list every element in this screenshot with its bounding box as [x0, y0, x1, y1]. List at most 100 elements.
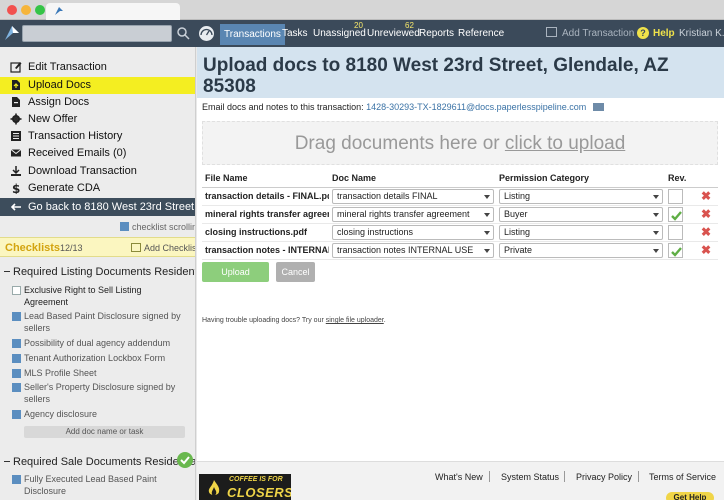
review-checkbox[interactable] [668, 242, 683, 258]
help-button[interactable]: ? Help [637, 20, 675, 47]
nav-reference[interactable]: Reference [455, 20, 507, 47]
delete-button[interactable]: ✖ [693, 205, 718, 224]
doc-name-select[interactable]: transaction notes INTERNAL USE [332, 242, 494, 258]
sidebar-item-download-transaction[interactable]: Download Transaction [0, 163, 195, 180]
footer-separator [564, 471, 565, 482]
permission-value: Listing [504, 226, 531, 237]
review-checkbox[interactable] [668, 224, 683, 240]
review-checkbox[interactable] [668, 206, 683, 222]
checklists-title: Checklists [5, 242, 61, 254]
contact-card-icon[interactable] [592, 103, 604, 111]
permission-select[interactable]: Listing [499, 224, 663, 240]
footer-link-system-status[interactable]: System Status [501, 472, 559, 482]
list-item[interactable]: Exclusive Right to Sell Listing Agreemen… [12, 284, 184, 308]
list-item-label: Exclusive Right to Sell Listing Agreemen… [24, 285, 142, 307]
list-item[interactable]: Tenant Authorization Lockbox Form [12, 352, 184, 364]
history-icon [11, 131, 21, 141]
dashboard-icon[interactable] [198, 25, 215, 42]
app-logo-icon[interactable] [3, 24, 21, 42]
user-menu[interactable]: Kristian K. [679, 20, 724, 47]
add-checklist-button[interactable]: Add Checklist [131, 243, 195, 253]
click-to-upload-link[interactable]: click to upload [505, 133, 625, 154]
nav-transactions[interactable]: Transactions [220, 24, 285, 45]
sidebar-item-edit-transaction[interactable]: Edit Transaction [0, 59, 195, 76]
footer-link-whats-new[interactable]: What's New [435, 472, 483, 482]
checkbox[interactable] [12, 475, 21, 484]
checkbox[interactable] [12, 410, 21, 419]
sidebar-item-assign-docs[interactable]: Assign Docs [0, 94, 195, 111]
checklist-section-sale[interactable]: Required Sale Documents Residential [4, 456, 196, 468]
list-item[interactable]: Fully Executed Lead Based Paint Disclosu… [12, 473, 184, 497]
permission-select[interactable]: Buyer [499, 206, 663, 222]
sidebar-item-upload-docs[interactable]: Upload Docs [0, 77, 195, 94]
sidebar-item-generate-cda[interactable]: $ Generate CDA [0, 180, 195, 197]
arrow-left-icon [10, 203, 21, 211]
checkbox[interactable] [12, 354, 21, 363]
sidebar-item-received-emails[interactable]: Received Emails (0) [0, 145, 195, 162]
single-file-uploader-link[interactable]: single file uploader [326, 317, 384, 324]
delete-button[interactable]: ✖ [693, 223, 718, 242]
checkbox[interactable] [12, 369, 21, 378]
nav-reports[interactable]: Reports [416, 20, 457, 47]
doc-name-select[interactable]: transaction details FINAL [332, 188, 494, 204]
search-icon[interactable] [176, 26, 190, 40]
minimize-window-button[interactable] [21, 5, 31, 15]
delete-button[interactable]: ✖ [693, 187, 718, 206]
checkbox[interactable] [120, 222, 129, 231]
search-input[interactable] [22, 25, 172, 42]
sidebar-item-label: Upload Docs [28, 79, 91, 91]
close-window-button[interactable] [7, 5, 17, 15]
complete-check-icon [177, 452, 193, 468]
flame-icon [208, 480, 220, 496]
checklist-section-listing[interactable]: Required Listing Documents Residential [4, 266, 195, 278]
sidebar-item-label: Transaction History [28, 130, 123, 142]
section-title: Required Sale Documents Residential [13, 456, 196, 468]
permission-select[interactable]: Listing [499, 188, 663, 204]
page-title: Upload docs to 8180 West 23rd Street, Gl… [203, 55, 669, 97]
checkbox[interactable] [12, 286, 21, 295]
add-doc-input[interactable]: Add doc name or task [24, 426, 185, 438]
collapse-icon [4, 271, 10, 272]
edit-icon [10, 62, 22, 73]
doc-name-select[interactable]: mineral rights transfer agreement [332, 206, 494, 222]
footer-link-terms-of-service[interactable]: Terms of Service [649, 472, 716, 482]
add-transaction-button[interactable]: Add Transaction [546, 20, 634, 47]
permission-value: Listing [504, 190, 531, 201]
sidebar-item-new-offer[interactable]: New Offer [0, 111, 195, 128]
delete-button[interactable]: ✖ [693, 241, 718, 260]
checklist-scrolling-toggle[interactable]: checklist scrolling [120, 222, 195, 232]
email-icon [10, 149, 22, 157]
list-item[interactable]: Lead Based Paint Disclosure signed by se… [12, 310, 184, 334]
coffee-is-for-closers-logo[interactable]: COFFEE IS FOR CLOSERS [199, 474, 291, 500]
svg-text:$: $ [12, 182, 20, 194]
permission-select[interactable]: Private [499, 242, 663, 258]
email-prefix: Email docs and notes to this transaction… [202, 102, 364, 112]
doc-name-select[interactable]: closing instructions [332, 224, 494, 240]
maximize-window-button[interactable] [35, 5, 45, 15]
column-header-file-name: File Name [202, 170, 329, 188]
list-item[interactable]: Possibility of dual agency addendum [12, 337, 184, 349]
checkbox[interactable] [12, 312, 21, 321]
list-item[interactable]: MLS Profile Sheet [12, 367, 184, 379]
list-item[interactable]: Seller's Property Disclosure signed by s… [12, 381, 184, 405]
footer: COFFEE IS FOR CLOSERS What's New System … [197, 461, 724, 500]
permission-cell: Listing [496, 223, 665, 242]
get-help-button[interactable]: Get Help [666, 492, 714, 500]
upload-dropzone[interactable]: Drag documents here or click to upload [202, 121, 718, 165]
nav-tasks[interactable]: Tasks [279, 20, 311, 47]
checkbox[interactable] [12, 339, 21, 348]
check-icon [671, 210, 682, 221]
chevron-down-icon [653, 230, 659, 235]
checkbox[interactable] [12, 383, 21, 392]
go-back-link[interactable]: Go back to 8180 West 23rd Street, Glenda… [0, 198, 195, 216]
footer-link-privacy-policy[interactable]: Privacy Policy [576, 472, 632, 482]
sidebar-item-transaction-history[interactable]: Transaction History [0, 128, 195, 145]
review-checkbox[interactable] [668, 188, 683, 204]
doc-name-value: transaction details FINAL [337, 190, 438, 201]
browser-tab[interactable] [46, 3, 180, 20]
transaction-email-link[interactable]: 1428-30293-TX-1829611@docs.paperlesspipe… [366, 102, 586, 112]
upload-button[interactable]: Upload [202, 262, 269, 282]
permission-value: Private [504, 244, 533, 255]
list-item[interactable]: Agency disclosure [12, 408, 184, 420]
cancel-button[interactable]: Cancel [276, 262, 315, 282]
